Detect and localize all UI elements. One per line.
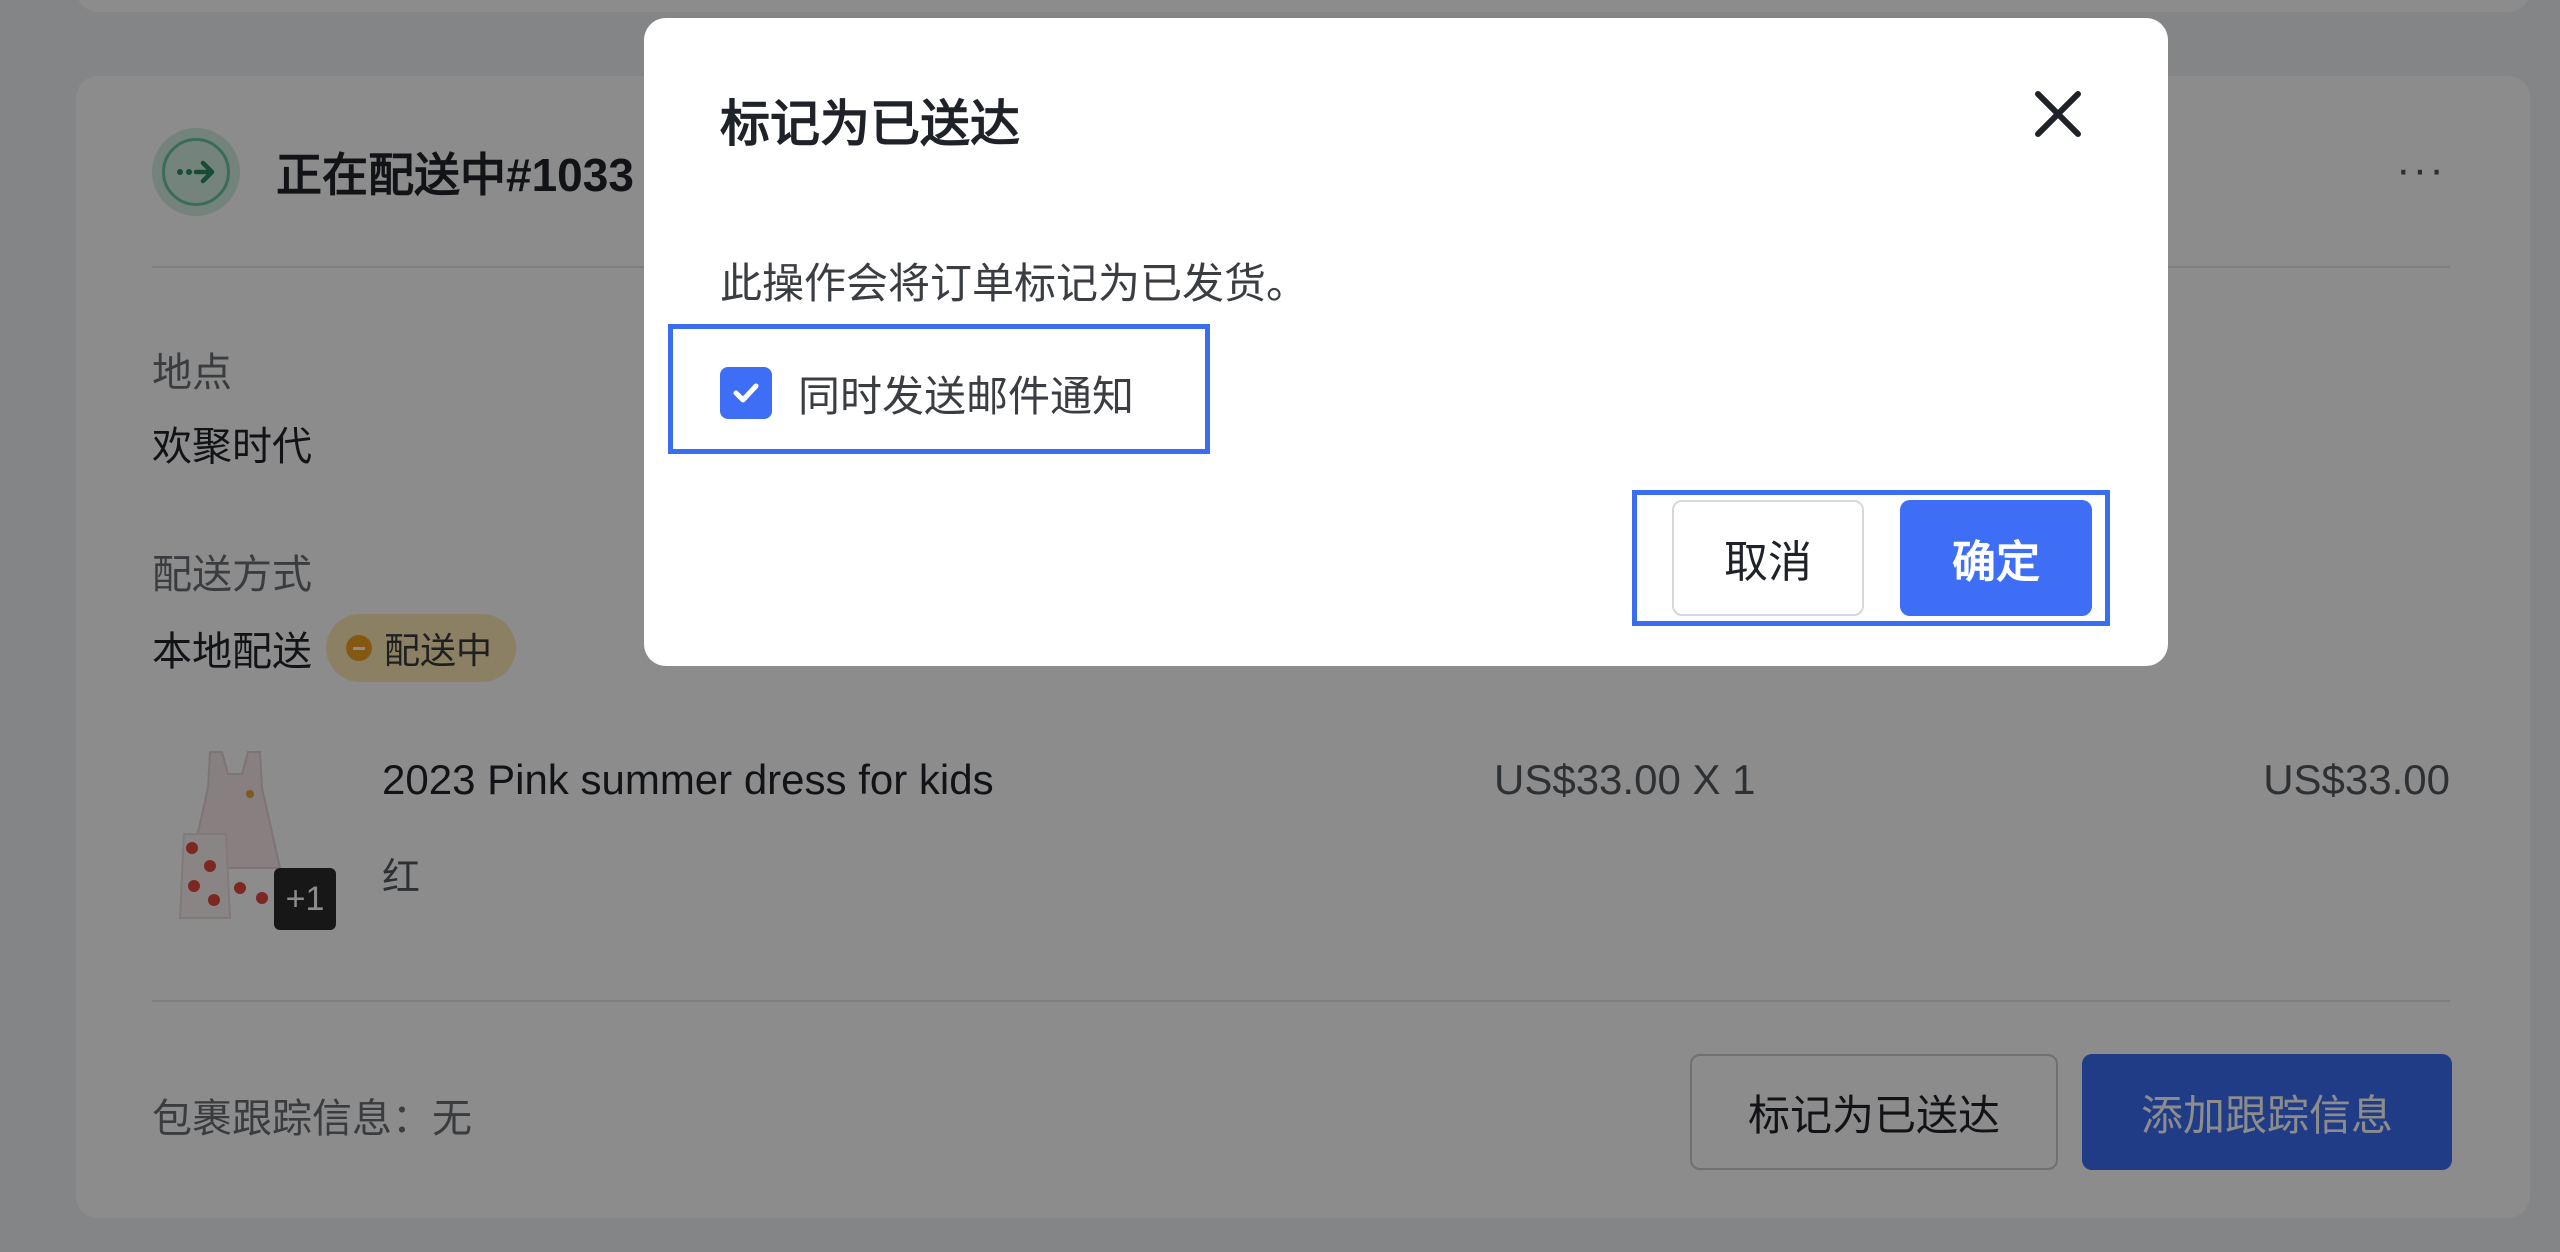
- mark-delivered-dialog: 标记为已送达 此操作会将订单标记为已发货。 同时发送邮件通知 取消 确定: [644, 18, 2168, 666]
- email-notify-option[interactable]: 同时发送邮件通知: [720, 350, 1134, 436]
- close-icon[interactable]: [2026, 82, 2090, 146]
- email-notify-label: 同时发送邮件通知: [798, 372, 1135, 420]
- checkmark-icon: [733, 383, 759, 403]
- dialog-description: 此操作会将订单标记为已发货。: [720, 260, 1309, 307]
- cancel-button[interactable]: 取消: [1672, 500, 1864, 616]
- email-notify-checkbox[interactable]: [720, 367, 772, 419]
- confirm-button[interactable]: 确定: [1900, 500, 2092, 616]
- dialog-title: 标记为已送达: [720, 96, 1020, 152]
